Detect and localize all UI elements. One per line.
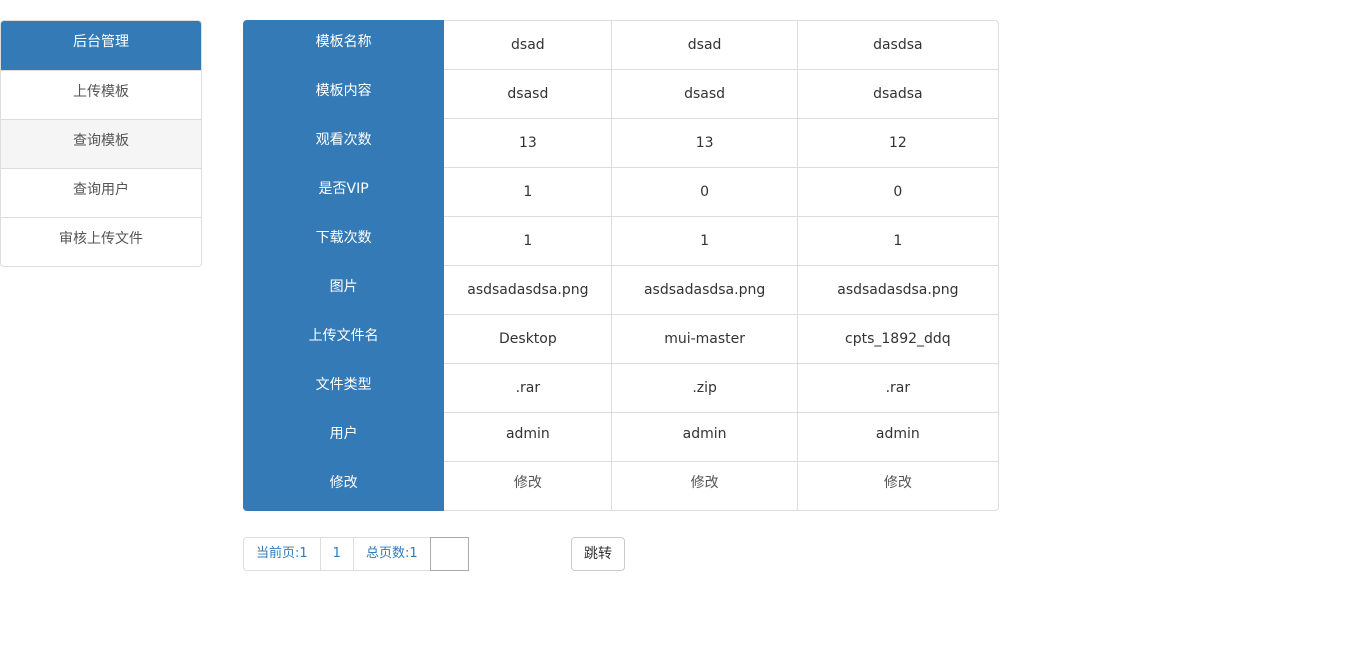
table-cell: dsasd [444,70,613,119]
table-row: 观看次数 13 13 12 [243,119,999,168]
row-header: 观看次数 [243,119,445,168]
table-cell: 1 [444,217,613,266]
table-cell: asdsadasdsa.png [612,266,798,315]
jump-button[interactable]: 跳转 [571,537,625,571]
row-header: 是否VIP [243,168,445,217]
table-row: 修改 修改 修改 修改 [243,462,999,511]
table-row: 图片 asdsadasdsa.png asdsadasdsa.png asdsa… [243,266,999,315]
table-cell: dsadsa [797,70,999,119]
edit-link[interactable]: 修改 [884,475,912,491]
table-cell: 12 [797,119,999,168]
table-cell: 0 [612,168,798,217]
table-cell: 13 [612,119,798,168]
table-cell: .rar [444,364,613,413]
table-row: 模板内容 dsasd dsasd dsadsa [243,70,999,119]
sidebar-item-query-template[interactable]: 查询模板 [1,119,201,168]
row-header: 模板名称 [243,20,445,70]
table-cell: 修改 [444,462,613,511]
table-cell: 0 [797,168,999,217]
pagination: 当前页:1 1 总页数:1 [243,537,469,571]
table-row: 用户 admin admin admin [243,413,999,462]
sidebar-item-upload-template[interactable]: 上传模板 [1,70,201,119]
sidebar-item-admin[interactable]: 后台管理 [1,21,201,70]
table-cell: cpts_1892_ddq [797,315,999,364]
table-cell: admin [444,413,613,462]
table-cell: admin [797,413,999,462]
template-detail-table: 模板名称 dsad dsad dasdsa 模板内容 dsasd dsasd d… [243,20,999,511]
page-number-input[interactable] [429,537,469,571]
table-cell: 修改 [612,462,798,511]
edit-link[interactable]: 修改 [514,475,542,491]
row-header: 图片 [243,266,445,315]
row-header: 下载次数 [243,217,445,266]
table-cell: Desktop [444,315,613,364]
table-cell: .rar [797,364,999,413]
row-header: 用户 [243,413,445,462]
table-row: 下载次数 1 1 1 [243,217,999,266]
table-cell: dsad [612,20,798,70]
table-row: 是否VIP 1 0 0 [243,168,999,217]
table-cell: asdsadasdsa.png [797,266,999,315]
table-cell: mui-master [612,315,798,364]
table-cell: 1 [797,217,999,266]
table-row: 模板名称 dsad dsad dasdsa [243,20,999,70]
row-header: 文件类型 [243,364,445,413]
table-cell: asdsadasdsa.png [444,266,613,315]
row-header: 修改 [243,462,445,511]
sidebar-item-query-user[interactable]: 查询用户 [1,168,201,217]
table-cell: .zip [612,364,798,413]
edit-link[interactable]: 修改 [691,475,719,491]
row-header: 上传文件名 [243,315,445,364]
table-row: 文件类型 .rar .zip .rar [243,364,999,413]
total-pages-label: 总页数:1 [352,537,431,571]
table-cell: 1 [444,168,613,217]
page-number-link[interactable]: 1 [319,537,354,571]
sidebar-nav: 后台管理 上传模板 查询模板 查询用户 审核上传文件 [0,20,202,267]
table-cell: 修改 [797,462,999,511]
current-page-label: 当前页:1 [243,537,321,571]
table-cell: dsasd [612,70,798,119]
table-cell: dasdsa [797,20,999,70]
table-cell: dsad [444,20,613,70]
table-cell: 13 [444,119,613,168]
table-cell: admin [612,413,798,462]
table-cell: 1 [612,217,798,266]
sidebar-item-review-upload[interactable]: 审核上传文件 [1,217,201,266]
row-header: 模板内容 [243,70,445,119]
table-row: 上传文件名 Desktop mui-master cpts_1892_ddq [243,315,999,364]
